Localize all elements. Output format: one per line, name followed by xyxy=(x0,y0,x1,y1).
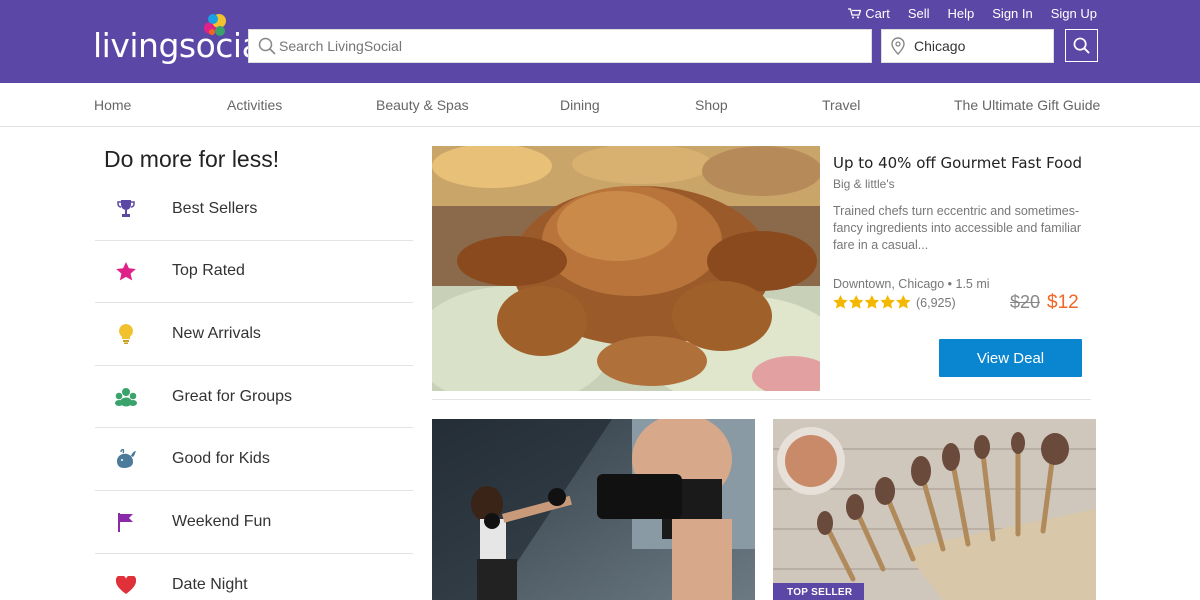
star-icon xyxy=(95,261,157,281)
location-box xyxy=(881,29,1054,63)
food-photo xyxy=(432,146,820,391)
deal-price: $12 xyxy=(1047,292,1079,313)
lightbulb-icon xyxy=(95,323,157,344)
sidebar-item-good-for-kids[interactable]: Good for Kids xyxy=(95,428,413,491)
location-input[interactable] xyxy=(914,38,1053,54)
deal-card-makeup[interactable]: TOP SELLER xyxy=(773,419,1096,600)
deal-description: Trained chefs turn eccentric and sometim… xyxy=(833,204,1082,252)
sidebar-item-top-rated[interactable]: Top Rated xyxy=(95,241,413,304)
logo-text: livingsocial xyxy=(93,26,270,65)
divider xyxy=(432,399,1091,400)
nav-dining[interactable]: Dining xyxy=(560,97,600,113)
nav-travel[interactable]: Travel xyxy=(822,97,860,113)
sidebar-item-great-for-groups[interactable]: Great for Groups xyxy=(95,366,413,429)
sidebar-item-label: Best Sellers xyxy=(172,199,258,217)
category-nav: Home Activities Beauty & Spas Dining Sho… xyxy=(0,83,1200,127)
top-links: Cart Sell Help Sign In Sign Up xyxy=(848,6,1097,21)
kickboxing-photo xyxy=(432,419,755,600)
makeup-brushes-photo xyxy=(773,419,1096,600)
nav-shop[interactable]: Shop xyxy=(695,97,728,113)
nav-home[interactable]: Home xyxy=(94,97,131,113)
flag-icon xyxy=(95,512,157,532)
nav-activities[interactable]: Activities xyxy=(227,97,282,113)
sidebar-list: Best Sellers Top Rated New Arrivals Grea… xyxy=(95,178,413,600)
nav-gift-guide[interactable]: The Ultimate Gift Guide xyxy=(954,97,1100,113)
trophy-icon xyxy=(95,199,157,219)
search-icon xyxy=(249,37,279,55)
rating-count: (6,925) xyxy=(916,295,956,310)
deal-location: Downtown, Chicago • 1.5 mi xyxy=(833,277,990,291)
sidebar-item-label: Great for Groups xyxy=(172,387,293,405)
cart-label: Cart xyxy=(865,6,890,21)
rating-stars-icon xyxy=(833,295,911,309)
group-icon xyxy=(95,387,157,407)
sign-in-link[interactable]: Sign In xyxy=(992,6,1032,21)
sidebar-item-new-arrivals[interactable]: New Arrivals xyxy=(95,303,413,366)
sidebar-title: Do more for less! xyxy=(104,146,280,172)
sidebar-item-weekend-fun[interactable]: Weekend Fun xyxy=(95,491,413,554)
cart-link[interactable]: Cart xyxy=(848,6,890,21)
top-seller-badge: TOP SELLER xyxy=(773,583,865,600)
logo[interactable]: livingsocial xyxy=(93,12,270,68)
search-box xyxy=(248,29,872,63)
deal-card-kickboxing[interactable] xyxy=(432,419,755,600)
sidebar-item-date-night[interactable]: Date Night xyxy=(95,554,413,600)
heart-icon xyxy=(95,575,157,594)
search-input[interactable] xyxy=(279,38,871,54)
cart-icon xyxy=(848,8,862,19)
sidebar-item-best-sellers[interactable]: Best Sellers xyxy=(95,178,413,241)
view-deal-button[interactable]: View Deal xyxy=(939,339,1082,377)
sign-up-link[interactable]: Sign Up xyxy=(1051,6,1097,21)
search-button-icon xyxy=(1073,37,1090,54)
sidebar-item-label: Good for Kids xyxy=(172,450,270,468)
sidebar-item-label: New Arrivals xyxy=(172,324,261,342)
deal-title[interactable]: Up to 40% off Gourmet Fast Food xyxy=(833,154,1082,172)
sell-link[interactable]: Sell xyxy=(908,6,930,21)
logo-mark-icon xyxy=(204,14,226,36)
whale-icon xyxy=(95,449,157,469)
site-header: livingsocial Cart Sell Help Sign In Sign… xyxy=(0,0,1200,83)
location-pin-icon xyxy=(882,37,914,55)
help-link[interactable]: Help xyxy=(948,6,975,21)
deal-rating: (6,925) xyxy=(833,295,956,310)
sidebar-item-label: Top Rated xyxy=(172,262,245,280)
sidebar-item-label: Date Night xyxy=(172,575,248,593)
deal-merchant: Big & little's xyxy=(833,177,895,191)
featured-deal-image[interactable] xyxy=(432,146,820,391)
nav-beauty-spas[interactable]: Beauty & Spas xyxy=(376,97,469,113)
original-price: $20 xyxy=(1010,292,1041,312)
search-button[interactable] xyxy=(1065,29,1098,62)
sidebar-item-label: Weekend Fun xyxy=(172,512,272,530)
